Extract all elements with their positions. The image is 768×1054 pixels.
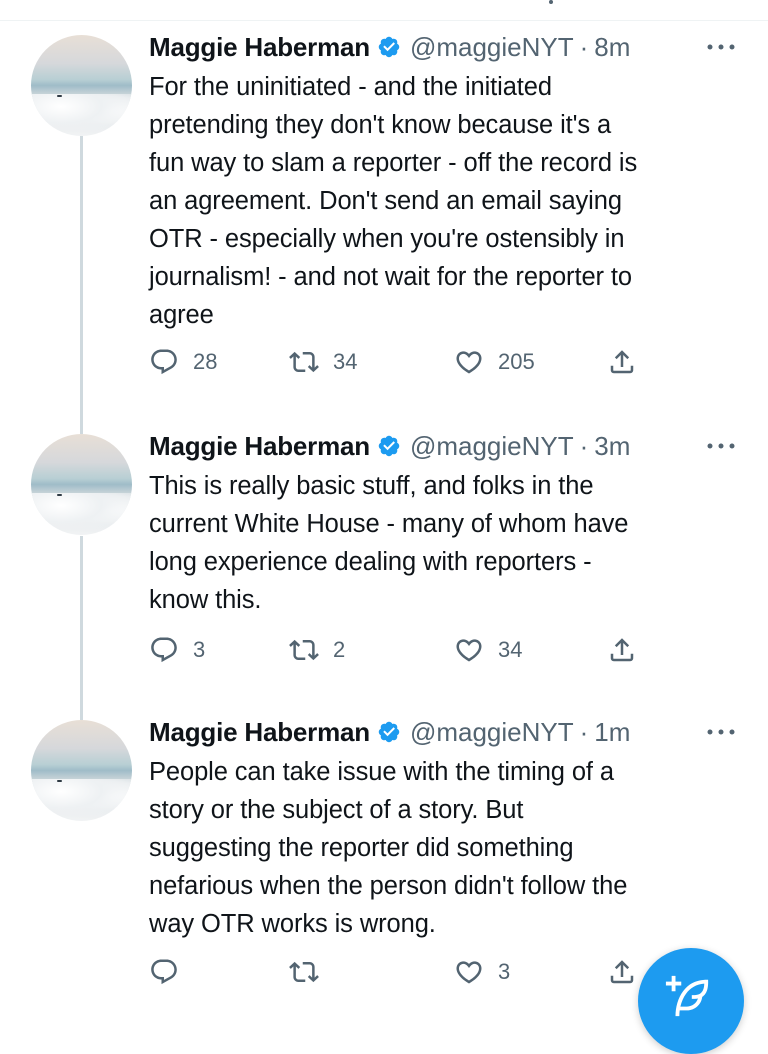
heart-icon (456, 639, 482, 662)
thread-connector-line (80, 136, 83, 434)
like-count: 3 (498, 959, 511, 984)
author-name[interactable]: Maggie Haberman (149, 431, 370, 462)
tweet-time[interactable]: 3m (594, 431, 630, 462)
heart-icon (456, 961, 482, 984)
tweet-time[interactable]: 1m (594, 717, 630, 748)
separator-dot: · (579, 31, 589, 62)
share-icon (610, 350, 634, 374)
more-dots-icon[interactable] (706, 42, 736, 52)
retweet-button[interactable]: 2 (289, 635, 345, 665)
reply-icon (151, 349, 177, 375)
like-count: 34 (498, 637, 523, 662)
reply-count: 28 (193, 349, 218, 374)
author-name[interactable]: Maggie Haberman (149, 32, 370, 63)
author-handle[interactable]: @maggieNYT (410, 431, 574, 462)
reply-button[interactable]: 3 (149, 635, 205, 665)
avatar[interactable] (31, 35, 132, 136)
tweet-header: Maggie Haberman @maggieNYT · 1m (149, 715, 630, 749)
author-handle[interactable]: @maggieNYT (410, 717, 574, 748)
avatar[interactable] (31, 434, 132, 535)
compose-tweet-button[interactable] (638, 948, 744, 1054)
top-divider (0, 20, 768, 21)
verified-badge-icon (378, 36, 400, 58)
more-dots-icon[interactable] (706, 727, 736, 737)
heart-icon (456, 351, 482, 374)
retweet-count: 34 (333, 349, 358, 374)
verified-badge-icon (378, 435, 400, 457)
like-count: 205 (498, 349, 535, 374)
retweet-icon (289, 961, 319, 983)
retweet-icon (289, 351, 319, 373)
avatar[interactable] (31, 720, 132, 821)
like-button[interactable]: 34 (454, 635, 522, 665)
retweet-button[interactable] (289, 957, 333, 987)
tweet-actions: 28 34 205 (149, 347, 749, 387)
reply-button[interactable]: 28 (149, 347, 217, 377)
thread-connector-line (80, 536, 83, 720)
like-button[interactable]: 3 (454, 957, 510, 987)
share-icon (610, 960, 634, 984)
retweet-count: 2 (333, 637, 346, 662)
tweet-actions: 3 2 34 (149, 635, 749, 675)
more-dots-icon[interactable] (706, 441, 736, 451)
tweet-header: Maggie Haberman @maggieNYT · 8m (149, 30, 630, 64)
share-button[interactable] (607, 347, 637, 377)
reply-button[interactable] (149, 957, 193, 987)
tweet-header: Maggie Haberman @maggieNYT · 3m (149, 429, 630, 463)
tweet-text: People can take issue with the timing of… (149, 758, 628, 938)
reply-icon (151, 959, 177, 985)
retweet-button[interactable]: 34 (289, 347, 357, 377)
retweet-icon (289, 639, 319, 661)
tweet-text: This is really basic stuff, and folks in… (149, 472, 629, 614)
tweet-time[interactable]: 8m (594, 32, 630, 63)
compose-tweet-icon (665, 975, 709, 1017)
share-icon (610, 638, 634, 662)
share-button[interactable] (607, 957, 637, 987)
verified-badge-icon (378, 721, 400, 743)
author-handle[interactable]: @maggieNYT (410, 32, 574, 63)
reply-icon (151, 637, 177, 663)
top-partial-mark (549, 0, 553, 4)
share-button[interactable] (607, 635, 637, 665)
separator-dot: · (579, 716, 589, 747)
like-button[interactable]: 205 (454, 347, 535, 377)
separator-dot: · (579, 430, 589, 461)
reply-count: 3 (193, 637, 206, 662)
tweet-text: For the uninitiated - and the initiated … (149, 73, 638, 329)
author-name[interactable]: Maggie Haberman (149, 717, 370, 748)
